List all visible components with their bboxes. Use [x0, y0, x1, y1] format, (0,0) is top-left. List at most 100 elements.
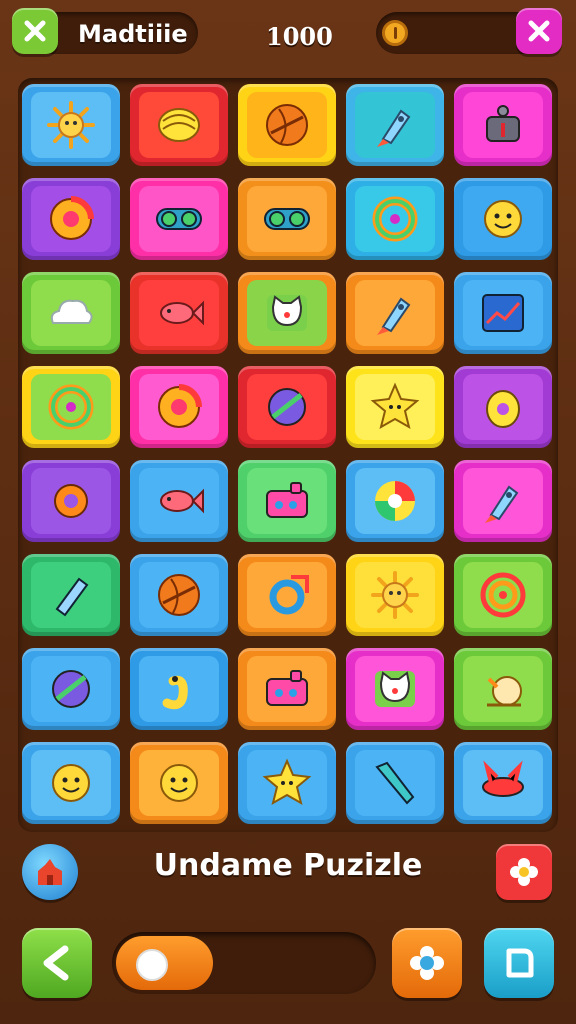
settings-button[interactable] — [392, 928, 462, 998]
tile-face — [463, 374, 543, 440]
tile-face — [247, 750, 327, 816]
tile-r5-c2[interactable] — [130, 460, 228, 542]
game-title: Madtiiie — [78, 20, 188, 48]
tile-r3-c2[interactable] — [130, 272, 228, 354]
tile-face — [31, 656, 111, 722]
square-icon — [506, 948, 534, 978]
tile-r3-c1[interactable] — [22, 272, 120, 354]
tile-r1-c2[interactable] — [130, 84, 228, 166]
ring-icon — [48, 384, 94, 430]
chevron-left-icon — [43, 945, 69, 981]
tile-r4-c5[interactable] — [454, 366, 552, 448]
tile-r7-c4[interactable] — [346, 648, 444, 730]
banana-icon — [158, 108, 200, 142]
tile-r4-c3[interactable] — [238, 366, 336, 448]
tile-face — [247, 656, 327, 722]
fish-icon — [160, 488, 204, 514]
tile-r2-c5[interactable] — [454, 178, 552, 260]
tile-face — [31, 280, 111, 346]
tile-r6-c5[interactable] — [454, 554, 552, 636]
tile-face — [463, 280, 543, 346]
tile-r2-c2[interactable] — [130, 178, 228, 260]
menu-close-button[interactable] — [516, 8, 562, 54]
rocket-icon — [377, 297, 411, 335]
goggles-icon — [156, 208, 202, 230]
back-button[interactable] — [22, 928, 92, 998]
tile-r5-c5[interactable] — [454, 460, 552, 542]
cloud-icon — [50, 299, 93, 324]
tile-r6-c3[interactable] — [238, 554, 336, 636]
tile-r5-c4[interactable] — [346, 460, 444, 542]
face-icon — [52, 764, 90, 802]
tile-face — [355, 468, 435, 534]
tile-r7-c5[interactable] — [454, 648, 552, 730]
tile-face — [139, 280, 219, 346]
tile-r1-c5[interactable] — [454, 84, 552, 166]
tile-r4-c1[interactable] — [22, 366, 120, 448]
flower-icon — [510, 858, 538, 886]
tile-face — [247, 468, 327, 534]
tile-face — [139, 186, 219, 252]
planet-icon — [52, 670, 90, 708]
tile-r1-c4[interactable] — [346, 84, 444, 166]
close-button[interactable] — [12, 8, 58, 54]
slider-knob[interactable] — [136, 949, 168, 981]
snake-icon — [162, 675, 188, 710]
tile-r6-c2[interactable] — [130, 554, 228, 636]
tile-r3-c4[interactable] — [346, 272, 444, 354]
tile-r7-c1[interactable] — [22, 648, 120, 730]
chart-icon — [482, 294, 524, 332]
tile-r8-c5[interactable] — [454, 742, 552, 824]
tile-r4-c4[interactable] — [346, 366, 444, 448]
tile-face — [463, 656, 543, 722]
tile-face — [355, 562, 435, 628]
progress-slider[interactable] — [112, 932, 376, 994]
tile-r2-c4[interactable] — [346, 178, 444, 260]
tile-face — [139, 374, 219, 440]
tile-r6-c4[interactable] — [346, 554, 444, 636]
tile-r3-c5[interactable] — [454, 272, 552, 354]
tile-face — [247, 186, 327, 252]
tile-face — [247, 562, 327, 628]
tile-face — [31, 374, 111, 440]
tile-r8-c4[interactable] — [346, 742, 444, 824]
arrow-icon — [269, 575, 309, 615]
tile-r5-c1[interactable] — [22, 460, 120, 542]
donut-icon — [158, 384, 202, 428]
tile-r3-c3[interactable] — [238, 272, 336, 354]
star-face-icon — [370, 382, 420, 430]
lemon-icon — [486, 390, 520, 428]
tile-face — [463, 92, 543, 158]
tile-r1-c1[interactable] — [22, 84, 120, 166]
tile-r2-c3[interactable] — [238, 178, 336, 260]
tile-r1-c3[interactable] — [238, 84, 336, 166]
tile-r2-c1[interactable] — [22, 178, 120, 260]
face-icon — [160, 764, 198, 802]
tile-face — [355, 374, 435, 440]
tile-r6-c1[interactable] — [22, 554, 120, 636]
tile-face — [139, 92, 219, 158]
square-button[interactable] — [484, 928, 554, 998]
tile-r5-c3[interactable] — [238, 460, 336, 542]
tile-face — [355, 186, 435, 252]
puzzle-title: Undame Puzizle — [153, 848, 423, 883]
tile-face — [463, 562, 543, 628]
tile-face — [139, 562, 219, 628]
swirl-icon — [375, 481, 415, 521]
tile-r8-c1[interactable] — [22, 742, 120, 824]
close-icon — [528, 20, 550, 42]
tile-r8-c3[interactable] — [238, 742, 336, 824]
tile-face — [139, 468, 219, 534]
tile-r7-c2[interactable] — [130, 648, 228, 730]
snail-icon — [487, 676, 522, 707]
flower-button[interactable] — [496, 844, 552, 900]
tile-r4-c2[interactable] — [130, 366, 228, 448]
tile-face — [463, 186, 543, 252]
tile-r8-c2[interactable] — [130, 742, 228, 824]
flower-icon — [410, 946, 444, 980]
tile-face — [139, 750, 219, 816]
tile-r7-c3[interactable] — [238, 648, 336, 730]
tube-icon — [55, 577, 89, 617]
cat-icon — [267, 295, 307, 331]
tile-face — [31, 750, 111, 816]
